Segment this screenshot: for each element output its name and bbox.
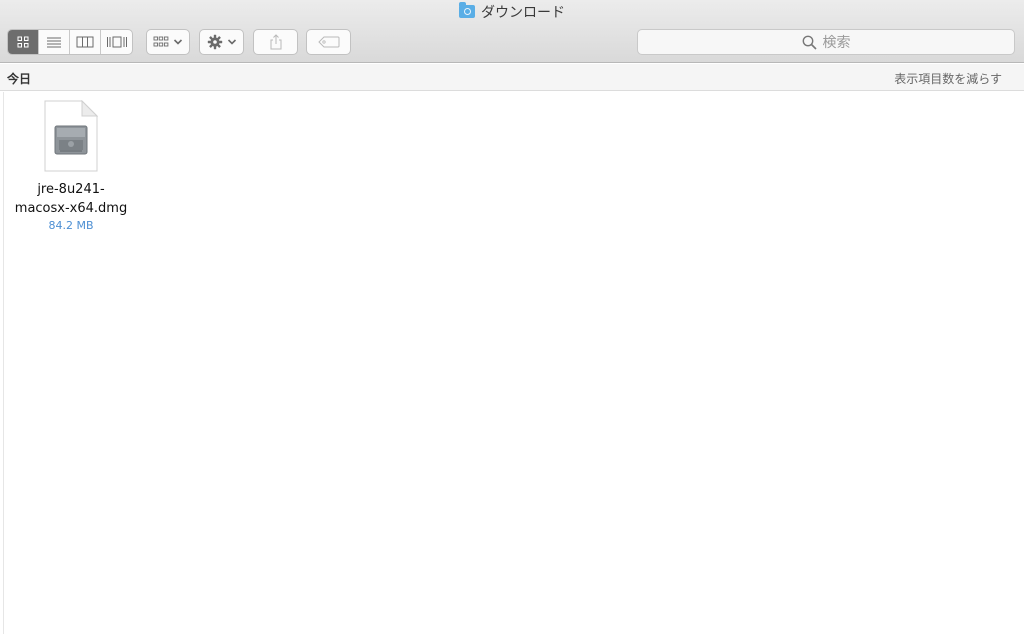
arrange-button[interactable] <box>146 29 190 55</box>
chevron-down-icon <box>227 39 236 45</box>
group-label: 今日 <box>7 72 32 86</box>
list-view-button[interactable] <box>39 30 70 54</box>
gear-icon <box>207 34 222 50</box>
search-field[interactable]: 検索 <box>637 29 1015 55</box>
finder-window: ダウンロード 検索 今日 表示項目数を減らす jre-8u241- macosx… <box>0 0 1024 634</box>
icon-view-icon <box>17 36 29 48</box>
window-title: ダウンロード <box>481 5 565 21</box>
action-button[interactable] <box>199 29 244 55</box>
share-icon <box>270 34 281 50</box>
file-browser-area[interactable]: jre-8u241- macosx-x64.dmg 84.2 MB <box>3 92 1024 634</box>
icon-view-button[interactable] <box>8 30 39 54</box>
column-view-icon <box>76 36 94 48</box>
file-name-line-1: jre-8u241- <box>37 182 105 197</box>
tag-button[interactable] <box>306 29 351 55</box>
share-button[interactable] <box>253 29 298 55</box>
coverflow-view-button[interactable] <box>101 30 132 54</box>
search-icon <box>802 35 817 50</box>
group-header: 今日 表示項目数を減らす <box>0 64 1024 91</box>
tag-icon <box>317 36 339 48</box>
file-name-line-2: macosx-x64.dmg <box>14 201 128 216</box>
arrange-grid-icon <box>153 36 169 47</box>
file-name: jre-8u241- macosx-x64.dmg <box>10 180 132 218</box>
coverflow-view-icon <box>106 36 127 48</box>
search-placeholder: 検索 <box>822 35 851 51</box>
downloads-folder-icon <box>459 2 475 18</box>
view-mode-control <box>7 29 133 55</box>
disk-image-file-icon <box>44 99 99 172</box>
column-view-button[interactable] <box>70 30 101 54</box>
toolbar: ダウンロード 検索 <box>0 0 1024 63</box>
file-item[interactable]: jre-8u241- macosx-x64.dmg 84.2 MB <box>10 99 132 232</box>
chevron-down-icon <box>173 39 183 45</box>
window-title-bar: ダウンロード <box>0 2 1024 22</box>
list-view-icon <box>47 37 61 48</box>
file-size: 84.2 MB <box>48 219 94 232</box>
show-fewer-link[interactable]: 表示項目数を減らす <box>894 70 1002 87</box>
